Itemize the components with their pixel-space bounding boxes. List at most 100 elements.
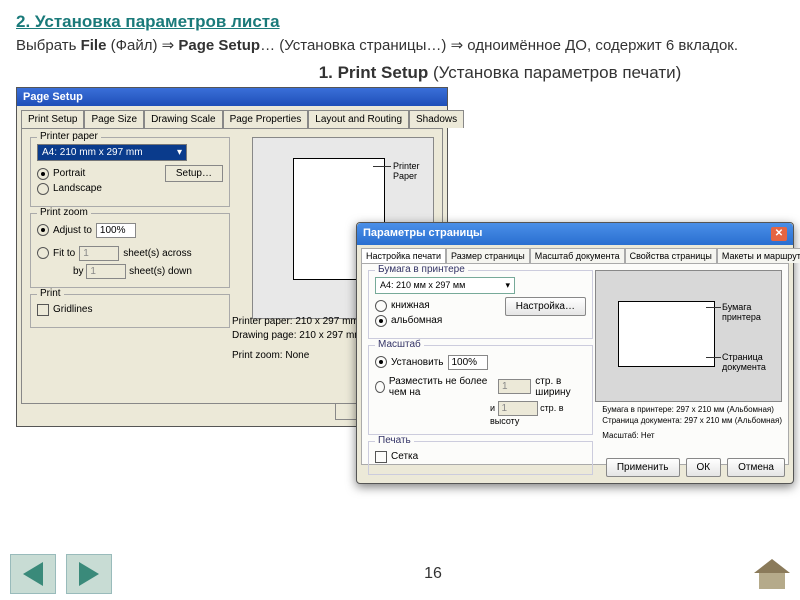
fit-to-radio[interactable]: Fit to 1 sheet(s) across xyxy=(37,246,223,261)
gridlines-checkbox[interactable]: Gridlines xyxy=(37,304,223,316)
t: A4: 210 мм x 297 мм xyxy=(380,280,465,291)
paper-size-combo[interactable]: A4: 210 mm x 297 mm ▾ xyxy=(37,144,187,161)
tabs: Print Setup Page Size Drawing Scale Page… xyxy=(17,106,447,128)
page-preview: Бумага принтера Страница документа xyxy=(595,270,782,402)
tab-page-size[interactable]: Page Size xyxy=(84,110,144,128)
tab-print-setup[interactable]: Настройка печати xyxy=(361,248,446,263)
arrow-left-icon xyxy=(23,562,43,586)
landscape-radio[interactable]: альбомная xyxy=(375,315,442,327)
t: by xyxy=(73,266,84,277)
t: альбомная xyxy=(391,315,442,326)
t: и xyxy=(490,403,495,413)
subsection-heading: 1. Print Setup (Установка параметров печ… xyxy=(216,63,784,83)
t: Сетка xyxy=(391,451,418,462)
print-group: Печать Сетка xyxy=(368,441,593,475)
t: … (Установка страницы…) xyxy=(260,37,450,54)
t: Выбрать xyxy=(16,37,81,54)
dialog-title: Параметры страницы ✕ xyxy=(357,223,793,245)
printer-paper-group: Бумага в принтере A4: 210 мм x 297 мм▾ к… xyxy=(368,270,593,339)
t: Масштаб: Нет xyxy=(602,430,782,441)
printer-paper-group: Printer paper A4: 210 mm x 297 mm▾ Portr… xyxy=(30,137,230,207)
page-setup-dialog-ru: Параметры страницы ✕ Настройка печати Раз… xyxy=(356,222,794,484)
t: Print zoom: None xyxy=(232,349,363,363)
t: Adjust to xyxy=(53,225,92,236)
apply-button[interactable]: Применить xyxy=(606,458,680,477)
setup-button[interactable]: Настройка… xyxy=(505,297,586,316)
group-label: Масштаб xyxy=(375,339,424,350)
close-icon[interactable]: ✕ xyxy=(771,227,787,241)
tab-print-setup[interactable]: Print Setup xyxy=(21,110,84,128)
preview-label: Бумага принтера xyxy=(722,302,781,322)
preview-label: Страница документа xyxy=(722,352,781,372)
group-label: Print xyxy=(37,288,64,299)
screenshot-area: Page Setup Print Setup Page Size Drawing… xyxy=(16,87,784,487)
prev-button[interactable] xyxy=(10,554,56,594)
tab-doc-scale[interactable]: Масштаб документа xyxy=(530,248,625,263)
t: sheet(s) down xyxy=(129,266,192,277)
nav-buttons xyxy=(10,554,112,594)
ok-button[interactable]: ОК xyxy=(686,458,722,477)
next-button[interactable] xyxy=(66,554,112,594)
t: (Установка параметров печати) xyxy=(433,63,681,82)
group-label: Бумага в принтере xyxy=(375,264,468,275)
cancel-button[interactable]: Отмена xyxy=(727,458,785,477)
set-scale-radio[interactable]: Установить 100% xyxy=(375,355,586,370)
scale-value[interactable]: 100% xyxy=(448,355,488,370)
portrait-radio[interactable]: книжная xyxy=(375,300,442,312)
adjust-value[interactable]: 100% xyxy=(96,223,136,238)
t: Страница документа: 297 x 210 мм (Альбом… xyxy=(602,415,782,426)
print-group: Print Gridlines xyxy=(30,294,230,328)
paper-size-combo[interactable]: A4: 210 мм x 297 мм ▾ xyxy=(375,277,515,294)
tab-layout-routing[interactable]: Layout and Routing xyxy=(308,110,409,128)
t: Landscape xyxy=(53,183,102,194)
t: одноимённое ДО, содержит 6 вкладок. xyxy=(463,37,738,54)
arrow-icon: ⇒ xyxy=(451,38,464,54)
landscape-radio[interactable]: Landscape xyxy=(37,183,102,195)
slide-footer: 16 xyxy=(10,554,790,594)
chevron-down-icon: ▾ xyxy=(177,147,182,158)
fit-radio[interactable]: Разместить не более чем на 1 стр. в шири… xyxy=(375,376,586,398)
dialog-buttons: Применить ОК Отмена xyxy=(606,458,785,477)
t: стр. в ширину xyxy=(535,376,586,398)
tab-page-size[interactable]: Размер страницы xyxy=(446,248,530,263)
info-panel: Бумага в принтере: 297 x 210 мм (Альбомн… xyxy=(602,404,782,442)
setup-button[interactable]: Setup… xyxy=(165,165,223,182)
tab-drawing-scale[interactable]: Drawing Scale xyxy=(144,110,222,128)
t: (Файл) xyxy=(106,37,161,54)
tab-page-props[interactable]: Свойства страницы xyxy=(625,248,717,263)
tab-layouts[interactable]: Макеты и маршруты xyxy=(717,248,800,263)
print-zoom-group: Print zoom Adjust to 100% Fit to 1 sheet… xyxy=(30,213,230,288)
page-number: 16 xyxy=(424,565,442,583)
preview-label: Printer Paper xyxy=(393,161,433,181)
group-label: Print zoom xyxy=(37,207,91,218)
tab-shadows[interactable]: Shadows xyxy=(409,110,464,128)
fit-across-value: 1 xyxy=(79,246,119,261)
tab-body: Бумага в принтере A4: 210 мм x 297 мм ▾ к… xyxy=(361,263,789,465)
t: Printer paper: 210 x 297 mm xyxy=(232,315,363,329)
fit-w-value: 1 xyxy=(498,379,531,394)
t: sheet(s) across xyxy=(123,248,191,259)
t: книжная xyxy=(391,300,430,311)
t: Установить xyxy=(391,357,444,368)
t: Fit to xyxy=(53,248,75,259)
dialog-title: Page Setup xyxy=(17,88,447,106)
t: Параметры страницы xyxy=(363,227,482,241)
t: Gridlines xyxy=(53,304,92,315)
fit-h-value: 1 xyxy=(498,401,538,416)
chevron-down-icon: ▾ xyxy=(505,280,510,291)
preview-page xyxy=(618,301,715,367)
arrow-icon: ⇒ xyxy=(162,38,175,54)
section-heading: 2. Установка параметров листа xyxy=(16,12,784,32)
t: File xyxy=(81,37,107,54)
portrait-radio[interactable]: Portrait xyxy=(37,168,102,180)
scale-group: Масштаб Установить 100% Разместить не бо… xyxy=(368,345,593,435)
t: A4: 210 mm x 297 mm xyxy=(42,147,143,158)
grid-checkbox[interactable]: Сетка xyxy=(375,451,586,463)
instruction-text: Выбрать File (Файл) ⇒ Page Setup… (Устан… xyxy=(16,36,784,57)
tab-page-properties[interactable]: Page Properties xyxy=(223,110,309,128)
adjust-to-radio[interactable]: Adjust to 100% xyxy=(37,223,223,238)
fit-down-value: 1 xyxy=(86,264,126,279)
home-button[interactable] xyxy=(754,559,790,589)
t: 1. Print Setup xyxy=(319,63,433,82)
tabs: Настройка печати Размер страницы Масштаб… xyxy=(357,245,793,263)
